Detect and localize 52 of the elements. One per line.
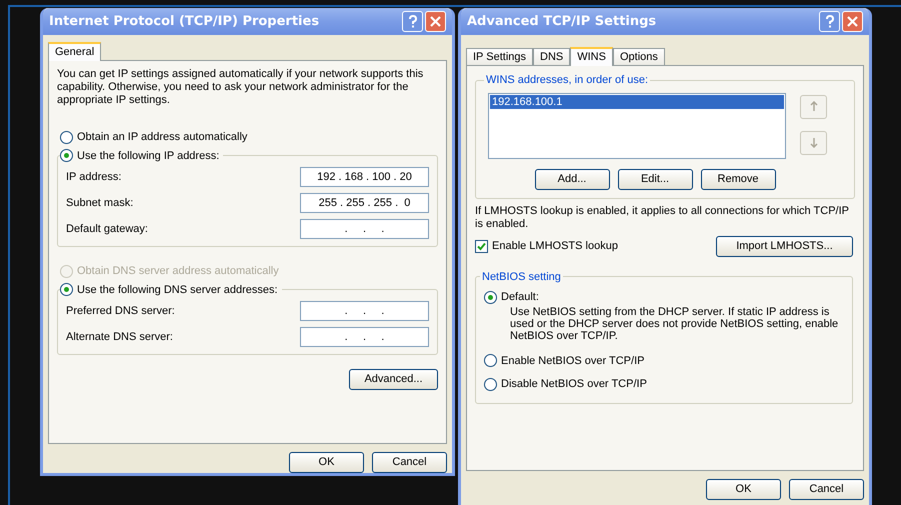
ip-address-field[interactable]: . . .: [300, 301, 429, 321]
list-button[interactable]: Remove: [700, 168, 776, 190]
radio-label: Default:: [501, 290, 539, 305]
ip-address-field[interactable]: . . .: [300, 219, 429, 239]
dialog-button[interactable]: Cancel: [372, 452, 447, 473]
tab[interactable]: Options: [612, 48, 665, 65]
import-button[interactable]: Import LMHOSTS...: [716, 236, 853, 256]
list-button[interactable]: Edit...: [618, 168, 692, 190]
checkbox-label: Enable LMHOSTS lookup: [492, 238, 618, 254]
close-button[interactable]: [842, 11, 863, 32]
dialog-button[interactable]: OK: [706, 479, 781, 500]
list-button[interactable]: Add...: [534, 168, 610, 190]
checkbox[interactable]: [475, 240, 488, 252]
list-item[interactable]: 192.168.100.1: [490, 94, 784, 108]
dialog-button[interactable]: Cancel: [789, 479, 864, 500]
tab[interactable]: General: [48, 42, 102, 61]
question-mark-icon: [408, 15, 418, 28]
window-title: Advanced TCP/IP Settings: [467, 12, 656, 31]
field-label: Preferred DNS server:: [66, 304, 175, 319]
group-label: WINS addresses, in order of use:: [485, 73, 650, 88]
dialog-button[interactable]: OK: [289, 452, 364, 473]
radio-label: Use the following IP address:: [77, 148, 220, 164]
intro-text: You can get IP settings assigned automatically if your network supports this capability. Otherwise, you need to ask your network administrator for the appropriate IP settings.: [57, 68, 424, 107]
radio-label: Obtain an IP address automatically: [77, 130, 248, 145]
field-label: Default gateway:: [66, 222, 148, 237]
tab[interactable]: DNS: [533, 48, 570, 65]
ip-address-field[interactable]: 255 . 255 . 255 . 0: [300, 193, 429, 213]
address-list[interactable]: 192.168.100.1: [488, 92, 786, 158]
ip-address-field[interactable]: . . .: [300, 327, 429, 347]
radio-label: Use the following DNS server addresses:: [77, 282, 278, 298]
radio-label: Enable NetBIOS over TCP/IP: [501, 354, 644, 368]
group-label: NetBIOS setting: [481, 270, 562, 284]
ip-address-field[interactable]: 192 . 168 . 100 . 20: [300, 167, 429, 187]
close-icon: [430, 16, 441, 27]
tab[interactable]: IP Settings: [466, 48, 533, 65]
radio-label: Obtain DNS server address automatically: [77, 264, 279, 279]
help-button[interactable]: [402, 11, 423, 32]
radio-label: Disable NetBIOS over TCP/IP: [501, 377, 647, 392]
up-arrow-icon: [810, 101, 818, 112]
field-label: Subnet mask:: [66, 196, 134, 211]
close-icon: [847, 16, 858, 27]
close-button[interactable]: [425, 11, 446, 32]
tab[interactable]: WINS: [570, 47, 613, 66]
option-description: Use NetBIOS setting from the DHCP server. If static IP address is used or the DHCP server does not provide NetBIOS setting, enable NetBIOS over TCP/IP.: [509, 306, 840, 342]
field-label: IP address:: [66, 170, 122, 185]
down-arrow-icon: [810, 137, 818, 148]
help-button[interactable]: [819, 11, 840, 32]
note-text: If LMHOSTS lookup is enabled, it applies to all connections for which TCP/IP is enabled.: [475, 204, 850, 230]
advanced-button[interactable]: Advanced...: [349, 369, 438, 390]
field-label: Alternate DNS server:: [66, 330, 173, 345]
window-title: Internet Protocol (TCP/IP) Properties: [49, 12, 320, 31]
question-mark-icon: [824, 15, 834, 28]
